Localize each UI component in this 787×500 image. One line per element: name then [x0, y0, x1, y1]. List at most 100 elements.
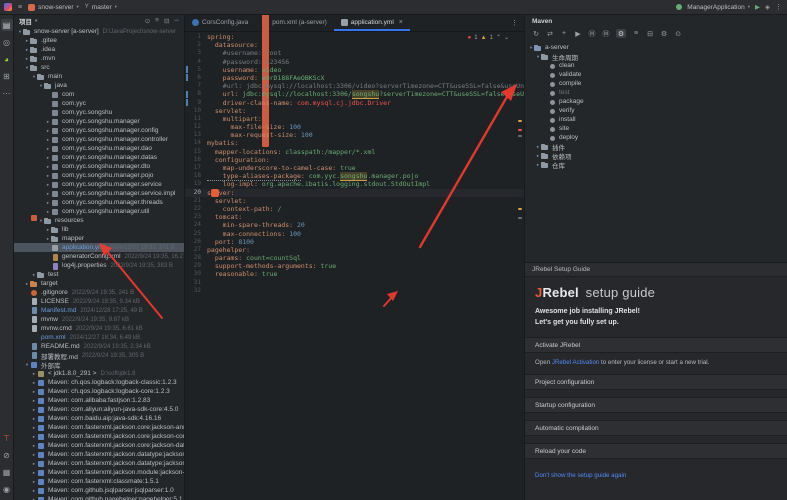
- tree-item-application-yml[interactable]: application.yml2024/12/27 19:35, 371 B: [14, 243, 184, 252]
- tree-item[interactable]: ▸.mvn: [14, 54, 184, 63]
- add-maven-project-icon[interactable]: +: [560, 29, 568, 38]
- maven-tree-item[interactable]: verify: [525, 106, 787, 115]
- jrebel-section-activate-jrebel[interactable]: Activate JRebel: [525, 337, 787, 353]
- editor-line[interactable]: 3 #username: root: [185, 49, 524, 57]
- maven-tree-item[interactable]: validate: [525, 70, 787, 79]
- editor-line[interactable]: 8 url: jdbc:mysql://localhost:3306/songs…: [185, 90, 524, 98]
- structure-tool-icon[interactable]: ⊞: [1, 70, 13, 82]
- maven-tree-item[interactable]: install: [525, 115, 787, 124]
- editor-line[interactable]: 23 tomcat:: [185, 213, 524, 221]
- editor-line[interactable]: 27pagehelper:: [185, 246, 524, 254]
- maven-tree-item[interactable]: ▸仓库: [525, 160, 787, 169]
- run-config-selector[interactable]: ManagerApplication ▾: [687, 4, 750, 11]
- tree-item[interactable]: ▸mapper: [14, 234, 184, 243]
- editor-line[interactable]: 25 max-connections: 100: [185, 230, 524, 238]
- maven-tree-item[interactable]: compile: [525, 79, 787, 88]
- jrebel-activation-link[interactable]: JRebel Activation: [552, 359, 599, 366]
- editor-line[interactable]: 20server:: [185, 189, 524, 197]
- skip-tests-icon[interactable]: ⚙: [616, 29, 626, 38]
- tree-item[interactable]: ▸com.yyc.songshu.manager.threads: [14, 198, 184, 207]
- more-tools-icon[interactable]: ⋯: [1, 87, 13, 99]
- offline-mode-icon[interactable]: Ⓜ: [602, 29, 610, 38]
- editor-line[interactable]: 9 driver-class-name: com.mysql.cj.jdbc.D…: [185, 99, 524, 107]
- tab-options-icon[interactable]: ⋮: [511, 19, 524, 27]
- tree-item[interactable]: Manifest.md2024/12/28 17:25, 49 B: [14, 306, 184, 315]
- tree-item[interactable]: ▸com.yyc.songshu.manager.controller: [14, 135, 184, 144]
- tree-item[interactable]: ▸com.yyc.songshu.manager.pojo: [14, 171, 184, 180]
- tree-item[interactable]: ▸Maven: com.baidu.aip:java-sdk:4.16.16: [14, 414, 184, 423]
- tree-item[interactable]: com: [14, 90, 184, 99]
- editor-line[interactable]: 19 log-impl: org.apache.ibatis.logging.s…: [185, 180, 524, 188]
- tree-item[interactable]: ▾java: [14, 81, 184, 90]
- chevron-down-icon[interactable]: ▾: [35, 18, 37, 24]
- tree-item[interactable]: ▸Maven: com.fasterxml.jackson.datatype:j…: [14, 459, 184, 468]
- editor-body[interactable]: ●1 ▲1 ⌃ ⌄ 1spring:2 datasource:3 #userna…: [185, 31, 524, 500]
- editor-line[interactable]: 2 datasource:: [185, 41, 524, 49]
- editor-tab-application-yml[interactable]: application.yml×: [334, 14, 410, 31]
- tree-item[interactable]: com.yyc.songshu: [14, 108, 184, 117]
- editor-line[interactable]: 7 #url: jdbc:mysql://localhost:3306/vide…: [185, 82, 524, 90]
- tree-item[interactable]: ▾src: [14, 63, 184, 72]
- editor-tab-corsconfig-java[interactable]: CorsConfig.java: [185, 14, 255, 31]
- tree-item[interactable]: pom.xml2024/12/27 18:34, 6.49 kB: [14, 333, 184, 342]
- tree-item[interactable]: ▸Maven: com.fasterxml.jackson.datatype:j…: [14, 450, 184, 459]
- tree-item[interactable]: .gitignore2022/9/24 19:35, 241 B: [14, 288, 184, 297]
- prev-issue-icon[interactable]: ⌃: [496, 34, 501, 41]
- tree-item[interactable]: ▸Maven: com.github.pagehelper:pagehelper…: [14, 495, 184, 500]
- jrebel-section-automatic-compilation[interactable]: Automatic compilation: [525, 420, 787, 436]
- tree-item[interactable]: README.md2022/9/24 19:35, 2.34 kB: [14, 342, 184, 351]
- more-actions-icon[interactable]: ⋮: [775, 3, 782, 11]
- tree-item[interactable]: ▸< jdk1.8.0_291 >D:\soft\jdk1.8: [14, 369, 184, 378]
- editor-line[interactable]: 29 support-methods-arguments: true: [185, 262, 524, 270]
- tree-item[interactable]: LICENSE2022/9/24 19:35, 9.34 kB: [14, 297, 184, 306]
- debug-button[interactable]: ◈: [765, 3, 770, 11]
- tree-item[interactable]: ▸com.yyc.songshu.manager.util: [14, 207, 184, 216]
- tree-item[interactable]: 部署教程.md2022/9/24 19:35, 305 B: [14, 351, 184, 360]
- editor-line[interactable]: 31: [185, 279, 524, 287]
- editor-line[interactable]: 17 map-underscore-to-camel-case: true: [185, 164, 524, 172]
- tree-item[interactable]: ▸Maven: com.fasterxml.jackson.core:jacks…: [14, 441, 184, 450]
- tree-item[interactable]: mvnw2022/9/24 19:35, 9.87 kB: [14, 315, 184, 324]
- commit-tool-icon[interactable]: ◎: [1, 36, 13, 48]
- hide-panel-icon[interactable]: ─: [174, 17, 179, 25]
- tree-item[interactable]: ▾snow-server [a-server]D:\JavaProject\sn…: [14, 27, 184, 36]
- editor-line[interactable]: 16 configuration:: [185, 156, 524, 164]
- editor-line[interactable]: 32: [185, 287, 524, 295]
- tree-item[interactable]: ▾resources: [14, 216, 184, 225]
- jrebel-tool-icon[interactable]: ⊤: [1, 432, 13, 444]
- maven-tree-item[interactable]: package: [525, 97, 787, 106]
- tree-item[interactable]: ▸target: [14, 279, 184, 288]
- project-widget[interactable]: snow-server ▾: [28, 4, 79, 11]
- tree-item[interactable]: ▸.idea: [14, 45, 184, 54]
- hide-maven-icon[interactable]: ⊙: [674, 29, 682, 38]
- reload-maven-icon[interactable]: ↻: [532, 29, 540, 38]
- tree-item[interactable]: ▸Maven: com.fasterxml:classmate:1.5.1: [14, 477, 184, 486]
- tree-item[interactable]: mvnw.cmd2022/9/24 19:35, 6.61 kB: [14, 324, 184, 333]
- tree-item[interactable]: ▸com.yyc.songshu.manager.dao: [14, 144, 184, 153]
- options-icon[interactable]: ≡: [155, 17, 159, 25]
- editor-tab-pom-xml-a-server-[interactable]: pom.xml (a-server): [255, 14, 334, 31]
- run-tool-icon[interactable]: ⊘: [1, 449, 13, 461]
- tree-item[interactable]: generatorConfig.xml2022/9/24 19:35, 16.2…: [14, 252, 184, 261]
- tree-item[interactable]: ▸com.yyc.songshu.manager.config: [14, 126, 184, 135]
- collapse-all-icon[interactable]: ⊟: [646, 29, 654, 38]
- maven-tree-item[interactable]: test: [525, 88, 787, 97]
- maven-tree-item[interactable]: site: [525, 124, 787, 133]
- tree-item[interactable]: ▸.gitee: [14, 36, 184, 45]
- locate-file-icon[interactable]: ⊙: [145, 17, 150, 25]
- editor-line[interactable]: 15 mapper-locations: classpath:/mapper/*…: [185, 148, 524, 156]
- main-menu-icon[interactable]: ≡: [18, 4, 22, 11]
- jrebel-section-startup-configuration[interactable]: Startup configuration: [525, 397, 787, 413]
- editor-line[interactable]: 26 port: 8100: [185, 238, 524, 246]
- vcs-branch-widget[interactable]: Y master ▾: [85, 4, 117, 11]
- tree-item[interactable]: ▸Maven: com.aliyun:aliyun-java-sdk-core:…: [14, 405, 184, 414]
- maven-settings-icon[interactable]: ⚙: [660, 29, 668, 38]
- editor-line[interactable]: 10 servlet:: [185, 107, 524, 115]
- tree-item[interactable]: ▸Maven: ch.qos.logback:logback-classic:1…: [14, 378, 184, 387]
- maven-tree-item[interactable]: ▾生命周期: [525, 52, 787, 61]
- editor-line[interactable]: 28 params: count=countSql: [185, 254, 524, 262]
- tree-item[interactable]: ▸Maven: com.github.jsqlparser:jsqlparser…: [14, 486, 184, 495]
- editor-line[interactable]: 14mybatis:: [185, 139, 524, 147]
- tree-item[interactable]: ▸Maven: com.fasterxml.jackson.core:jacks…: [14, 423, 184, 432]
- editor-line[interactable]: 24 min-spare-threads: 20: [185, 221, 524, 229]
